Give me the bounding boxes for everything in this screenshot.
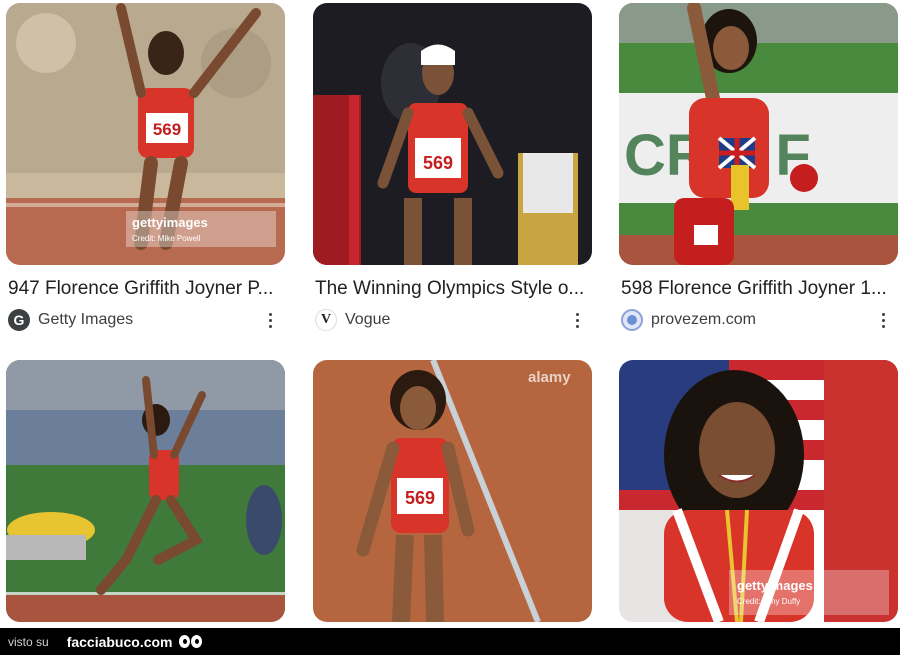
- credit-text: Credit: Tony Duffy: [737, 597, 800, 606]
- bib-number: 569: [405, 488, 435, 508]
- vogue-favicon-icon: V: [315, 309, 337, 331]
- result-thumbnail[interactable]: CR T F: [619, 3, 898, 265]
- seen-on-label: visto su: [8, 634, 49, 649]
- result-title[interactable]: 598 Florence Griffith Joyner 1...: [621, 277, 897, 301]
- site-name[interactable]: facciabuco.com: [67, 634, 173, 650]
- result-source[interactable]: Vogue: [345, 310, 390, 330]
- image-results-grid: 569 gettyimages Credit: Mike Powell 947 …: [0, 0, 900, 628]
- watermark-text: gettyimages: [737, 578, 813, 593]
- result-thumbnail[interactable]: 569 gettyimages Credit: Mike Powell: [6, 3, 285, 265]
- result-thumbnail[interactable]: gettyimages Credit: Tony Duffy: [619, 360, 898, 622]
- source-footer: visto su facciabuco.com: [0, 628, 900, 655]
- more-options-icon[interactable]: [570, 308, 584, 332]
- result-thumbnail[interactable]: 569: [313, 3, 592, 265]
- bib-number: 569: [423, 153, 453, 173]
- result-title[interactable]: The Winning Olympics Style o...: [315, 277, 591, 301]
- bib-number: 569: [153, 120, 181, 139]
- result-source[interactable]: Getty Images: [38, 310, 133, 330]
- result-title[interactable]: 947 Florence Griffith Joyner P...: [8, 277, 284, 301]
- credit-text: Credit: Mike Powell: [132, 234, 201, 243]
- more-options-icon[interactable]: [263, 308, 277, 332]
- more-options-icon[interactable]: [876, 308, 890, 332]
- result-source[interactable]: provezem.com: [651, 310, 756, 330]
- globe-favicon-icon: [621, 309, 643, 331]
- result-source-row[interactable]: G Getty Images: [6, 307, 285, 333]
- getty-favicon-icon: G: [8, 309, 30, 331]
- result-source-row[interactable]: V Vogue: [313, 307, 592, 333]
- eyes-logo-icon: [178, 635, 202, 648]
- watermark-text: gettyimages: [132, 215, 208, 230]
- result-thumbnail[interactable]: [6, 360, 285, 622]
- result-source-row[interactable]: provezem.com: [619, 307, 898, 333]
- watermark-text: alamy: [528, 369, 571, 386]
- result-thumbnail[interactable]: 569 alamy: [313, 360, 592, 622]
